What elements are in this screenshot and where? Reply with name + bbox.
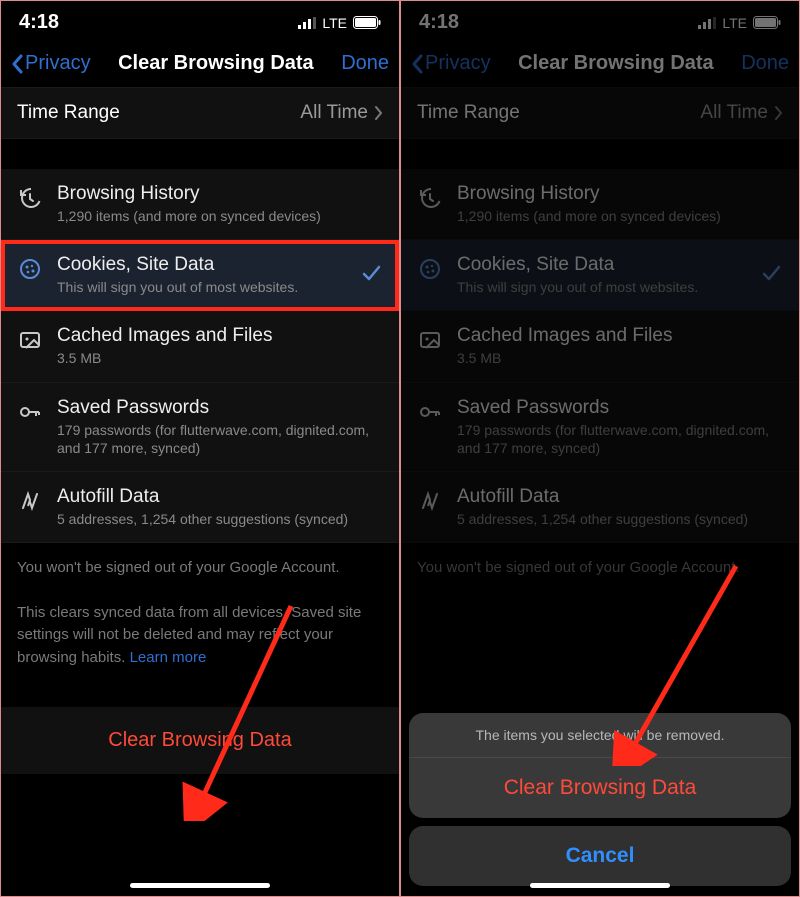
home-indicator[interactable]	[130, 883, 270, 888]
history-icon	[417, 185, 443, 211]
action-sheet: The items you selected will be removed. …	[409, 713, 791, 886]
item-subtitle: 179 passwords (for flutterwave.com, dign…	[57, 421, 383, 457]
item-cookies[interactable]: Cookies, Site Data This will sign you ou…	[401, 240, 799, 311]
item-title: Autofill Data	[457, 486, 783, 508]
status-bar: 4:18 LTE	[1, 1, 399, 40]
time-range-label: Time Range	[17, 102, 120, 124]
back-label: Privacy	[425, 52, 491, 75]
item-browsing-history[interactable]: Browsing History 1,290 items (and more o…	[401, 169, 799, 240]
status-time: 4:18	[419, 11, 459, 34]
item-subtitle: 3.5 MB	[57, 349, 383, 367]
item-subtitle: 5 addresses, 1,254 other suggestions (sy…	[457, 510, 783, 528]
item-title: Saved Passwords	[57, 397, 383, 419]
key-icon	[17, 399, 43, 425]
page-title: Clear Browsing Data	[491, 52, 742, 75]
screenshot-left: 4:18 LTE Privacy Clear Browsing Data Don…	[0, 0, 400, 897]
autofill-icon	[417, 488, 443, 514]
clear-browsing-data-button[interactable]: Clear Browsing Data	[1, 707, 399, 774]
footer-note-1: You won't be signed out of your Google A…	[1, 543, 399, 588]
screenshot-right: 4:18 LTE Privacy Clear Browsing Data Don…	[400, 0, 800, 897]
nav-bar: Privacy Clear Browsing Data Done	[1, 40, 399, 88]
time-range-row[interactable]: Time Range All Time	[1, 88, 399, 139]
status-time: 4:18	[19, 11, 59, 34]
image-icon	[17, 327, 43, 353]
history-icon	[17, 185, 43, 211]
time-range-value: All Time	[300, 102, 368, 124]
item-subtitle: 1,290 items (and more on synced devices)	[457, 207, 783, 225]
item-autofill[interactable]: Autofill Data 5 addresses, 1,254 other s…	[401, 472, 799, 543]
item-browsing-history[interactable]: Browsing History 1,290 items (and more o…	[1, 169, 399, 240]
action-sheet-clear-button[interactable]: Clear Browsing Data	[409, 758, 791, 818]
autofill-icon	[17, 488, 43, 514]
signal-bars-icon	[698, 17, 716, 29]
status-bar: 4:18 LTE	[401, 1, 799, 40]
item-title: Autofill Data	[57, 486, 383, 508]
item-cache[interactable]: Cached Images and Files 3.5 MB	[401, 311, 799, 382]
chevron-left-icon	[411, 54, 423, 74]
back-label: Privacy	[25, 52, 91, 75]
checkmark-icon	[761, 263, 783, 288]
chevron-right-icon	[774, 105, 783, 121]
item-cookies[interactable]: Cookies, Site Data This will sign you ou…	[1, 240, 399, 311]
page-title: Clear Browsing Data	[91, 52, 342, 75]
item-title: Cached Images and Files	[57, 325, 383, 347]
item-subtitle: 1,290 items (and more on synced devices)	[57, 207, 383, 225]
item-passwords[interactable]: Saved Passwords 179 passwords (for flutt…	[1, 383, 399, 472]
cookie-icon	[417, 256, 443, 282]
network-label: LTE	[322, 15, 347, 31]
chevron-left-icon	[11, 54, 23, 74]
time-range-label: Time Range	[417, 102, 520, 124]
back-button[interactable]: Privacy	[11, 52, 91, 75]
item-title: Cached Images and Files	[457, 325, 783, 347]
learn-more-link[interactable]: Learn more	[130, 649, 207, 666]
item-subtitle: This will sign you out of most websites.	[457, 278, 747, 296]
nav-bar: Privacy Clear Browsing Data Done	[401, 40, 799, 88]
footer-note-2: This clears synced data from all devices…	[1, 588, 399, 678]
image-icon	[417, 327, 443, 353]
battery-icon	[753, 16, 781, 29]
signal-bars-icon	[298, 17, 316, 29]
item-passwords[interactable]: Saved Passwords 179 passwords (for flutt…	[401, 383, 799, 472]
action-sheet-cancel-button[interactable]: Cancel	[409, 826, 791, 886]
footer-note-1: You won't be signed out of your Google A…	[401, 543, 799, 588]
back-button[interactable]: Privacy	[411, 52, 491, 75]
time-range-row[interactable]: Time Range All Time	[401, 88, 799, 139]
item-cache[interactable]: Cached Images and Files 3.5 MB	[1, 311, 399, 382]
cookie-icon	[17, 256, 43, 282]
item-title: Browsing History	[57, 183, 383, 205]
network-label: LTE	[722, 15, 747, 31]
item-subtitle: 179 passwords (for flutterwave.com, dign…	[457, 421, 783, 457]
done-button[interactable]: Done	[741, 52, 789, 75]
checkmark-icon	[361, 263, 383, 288]
done-button[interactable]: Done	[341, 52, 389, 75]
home-indicator[interactable]	[530, 883, 670, 888]
time-range-value: All Time	[700, 102, 768, 124]
item-title: Saved Passwords	[457, 397, 783, 419]
item-autofill[interactable]: Autofill Data 5 addresses, 1,254 other s…	[1, 472, 399, 543]
battery-icon	[353, 16, 381, 29]
action-sheet-message: The items you selected will be removed.	[409, 713, 791, 758]
item-title: Browsing History	[457, 183, 783, 205]
item-subtitle: 3.5 MB	[457, 349, 783, 367]
item-title: Cookies, Site Data	[57, 254, 347, 276]
key-icon	[417, 399, 443, 425]
item-subtitle: This will sign you out of most websites.	[57, 278, 347, 296]
item-subtitle: 5 addresses, 1,254 other suggestions (sy…	[57, 510, 383, 528]
chevron-right-icon	[374, 105, 383, 121]
item-title: Cookies, Site Data	[457, 254, 747, 276]
